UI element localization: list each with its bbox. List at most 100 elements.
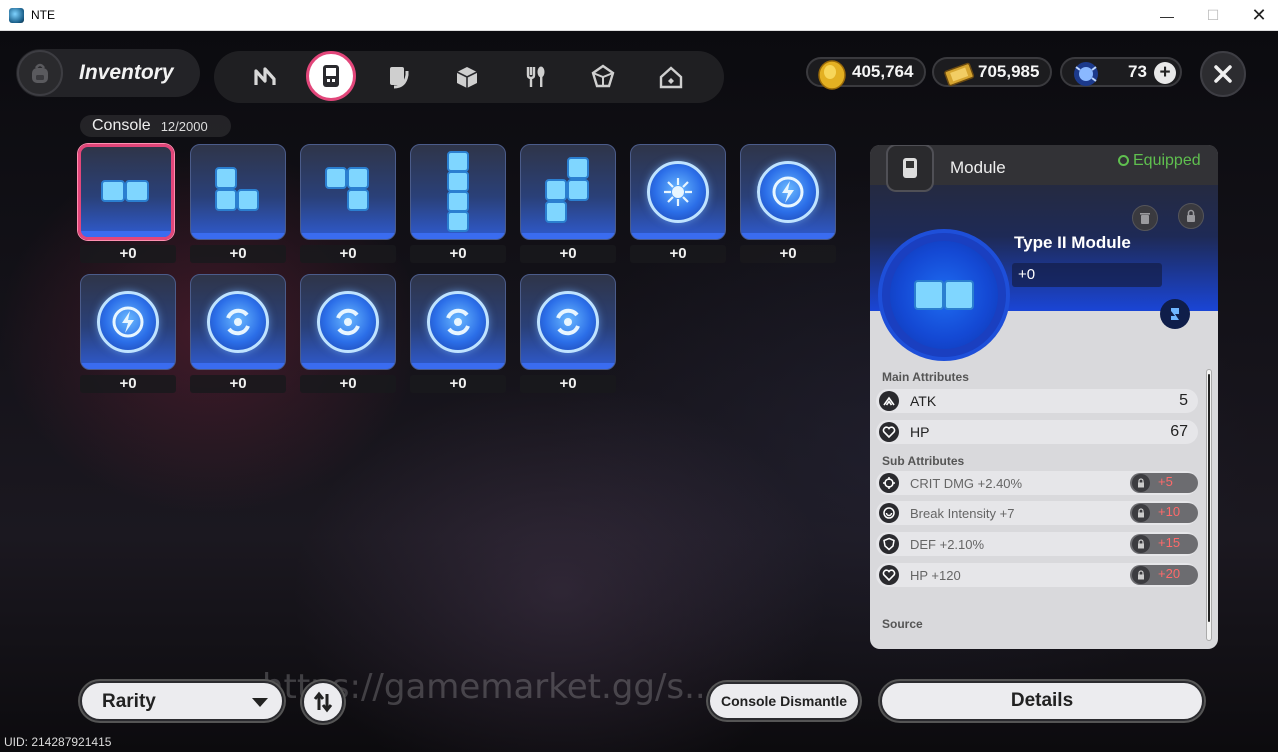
game-viewport: Inventory 405,764 705,985 73 + Console 1… [0, 31, 1278, 752]
item-level: +0 [410, 375, 506, 393]
minimize-button[interactable]: — [1144, 0, 1190, 31]
lock-icon [1132, 535, 1150, 553]
attribute-name: ATK [910, 393, 937, 409]
console-count: Console 12/2000 [80, 115, 231, 137]
item-level: +0 [190, 245, 286, 263]
main-attributes-heading: Main Attributes [882, 370, 969, 384]
tab-food[interactable] [514, 56, 556, 98]
block-module-icon [411, 145, 505, 239]
equipped-status: Equipped [1118, 152, 1201, 170]
tab-gem[interactable] [582, 56, 624, 98]
page-title: Inventory [79, 61, 174, 84]
coin-icon [647, 161, 709, 223]
attribute-name: CRIT DMG +2.40% [910, 475, 1023, 491]
gold-amount: 405,764 [852, 62, 914, 81]
attribute-name: HP [910, 424, 930, 440]
console-item[interactable] [78, 144, 174, 240]
upgrade-chip: +5 [1130, 473, 1198, 493]
console-item[interactable] [300, 144, 396, 240]
tab-home[interactable] [650, 56, 692, 98]
bolt-coin-icon [741, 145, 835, 239]
maximize-button[interactable]: ☐ [1190, 0, 1236, 31]
console-item[interactable] [520, 274, 616, 370]
window-close-button[interactable]: ✕ [1236, 0, 1278, 31]
attribute-name: Break Intensity +7 [910, 505, 1015, 521]
atk-icon [879, 391, 899, 411]
console-label: Console [92, 117, 151, 134]
currency-ticket: 705,985 [932, 57, 1052, 87]
attribute-value: 5 [1179, 392, 1188, 409]
module-type-icon [886, 145, 934, 192]
ticket-amount: 705,985 [978, 62, 1040, 81]
details-button[interactable]: Details [880, 681, 1204, 721]
scrollbar-thumb[interactable] [1208, 374, 1210, 622]
block-module-icon [301, 145, 395, 239]
item-level: +0 [520, 375, 616, 393]
block-module-icon [914, 280, 974, 310]
upgrade-chip: +15 [1130, 534, 1198, 554]
coin-icon [757, 161, 819, 223]
console-item[interactable] [410, 144, 506, 240]
item-level: +0 [520, 245, 616, 263]
tab-box[interactable] [446, 56, 488, 98]
sub-attributes-heading: Sub Attributes [882, 454, 965, 468]
sort-arrows-icon [313, 691, 333, 713]
ticket-icon [942, 59, 976, 94]
sub-attribute-row: CRIT DMG +2.40% +5 [876, 471, 1198, 495]
console-item[interactable] [190, 274, 286, 370]
n-logo-icon [254, 67, 276, 85]
item-level: +0 [630, 245, 726, 263]
lock-icon [1132, 474, 1150, 492]
console-item[interactable] [630, 144, 726, 240]
tab-n-logo[interactable] [244, 56, 286, 98]
gem-icon [591, 64, 615, 88]
block-module-icon [81, 147, 171, 237]
lock-icon [1132, 566, 1150, 584]
item-level: +0 [80, 245, 176, 263]
upgrade-bonus: +10 [1158, 504, 1181, 519]
user-id: UID: 214287921415 [4, 735, 112, 749]
console-item[interactable] [520, 144, 616, 240]
tab-book[interactable] [378, 56, 420, 98]
console-item[interactable] [190, 144, 286, 240]
module-type-title: Type II Module [1014, 233, 1131, 252]
console-item[interactable] [740, 144, 836, 240]
lock-icon [1132, 504, 1150, 522]
rarity-sort-dropdown[interactable]: Rarity [80, 681, 284, 721]
tab-console[interactable] [306, 51, 356, 101]
console-item[interactable] [80, 274, 176, 370]
lock-button[interactable] [1178, 203, 1204, 229]
fork-spoon-icon [526, 66, 545, 87]
app-icon [9, 8, 24, 23]
sort-order-button[interactable] [302, 681, 344, 723]
bolt-coin-icon [81, 275, 175, 369]
close-inventory-button[interactable] [1200, 51, 1246, 97]
add-orb-button[interactable]: + [1154, 62, 1176, 84]
inventory-header: Inventory [16, 49, 200, 97]
trash-icon [1140, 213, 1150, 224]
close-icon [1214, 65, 1232, 83]
currency-gold: 405,764 [806, 57, 926, 90]
console-icon [323, 65, 339, 87]
attribute-name: HP +120 [910, 567, 961, 583]
currency-orb: 73 + [1060, 57, 1182, 87]
upgrade-bonus: +15 [1158, 535, 1181, 550]
crit-icon [879, 473, 899, 493]
console-item[interactable] [410, 274, 506, 370]
panel-scrollbar[interactable] [1206, 369, 1212, 641]
gold-coin-icon [816, 59, 850, 96]
def-icon [879, 534, 899, 554]
console-dismantle-button[interactable]: Console Dismantle [708, 682, 860, 720]
attribute-value: 67 [1170, 423, 1188, 440]
item-level: +0 [300, 245, 396, 263]
book-icon [390, 67, 409, 89]
item-level: +0 [300, 375, 396, 393]
coin-icon [537, 291, 599, 353]
trash-button[interactable] [1132, 205, 1158, 231]
source-heading: Source [882, 617, 923, 631]
console-capacity: 12/2000 [160, 118, 208, 134]
sub-attribute-row: DEF +2.10% +15 [876, 532, 1198, 556]
window-titlebar: NTE — ☐ ✕ [0, 0, 1278, 31]
console-item[interactable] [300, 274, 396, 370]
item-level: +0 [80, 375, 176, 393]
